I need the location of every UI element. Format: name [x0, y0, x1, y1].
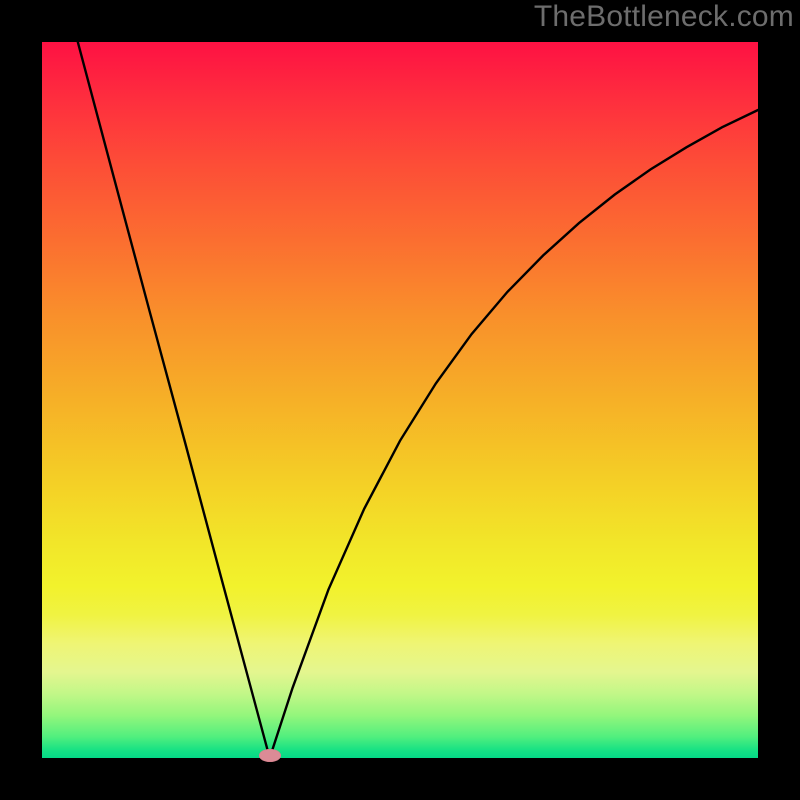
plot-area — [42, 42, 758, 758]
chart-frame: TheBottleneck.com — [0, 0, 800, 800]
curve-line — [42, 42, 758, 758]
watermark-text: TheBottleneck.com — [534, 0, 794, 34]
bottleneck-marker — [259, 749, 281, 762]
